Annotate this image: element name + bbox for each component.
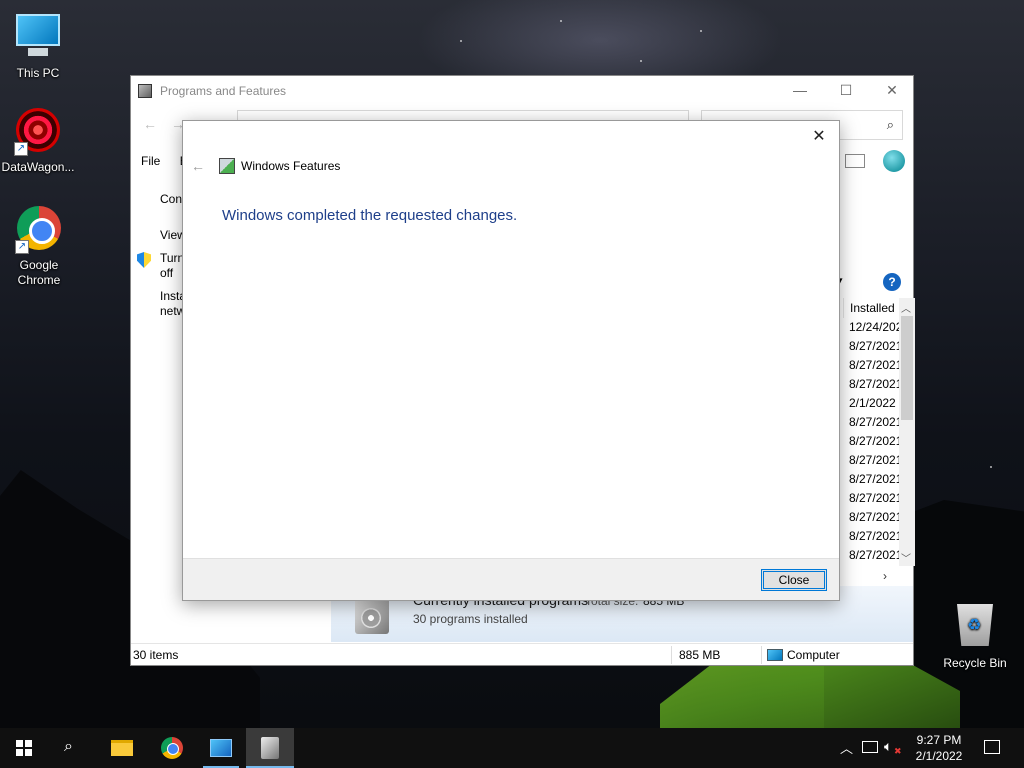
installed-date-cell[interactable]: 8/27/2021	[843, 489, 901, 508]
dialog-footer: Close	[183, 558, 839, 600]
taskbar-search-button[interactable]: ⌕	[48, 728, 96, 768]
network-icon[interactable]	[862, 741, 878, 753]
programs-and-features-icon	[261, 737, 279, 759]
window-title: Programs and Features	[160, 84, 287, 98]
installed-date-cell[interactable]: 8/27/2021	[843, 451, 901, 470]
action-center-icon[interactable]	[984, 740, 1000, 754]
installed-date-cell[interactable]: 8/27/2021	[843, 375, 901, 394]
desktop-icon-label: Google Chrome	[17, 258, 61, 287]
installed-programs-icon	[355, 598, 389, 634]
scroll-up-arrow-icon[interactable]: ︿	[901, 300, 911, 315]
desktop-icon-label: Recycle Bin	[943, 656, 1007, 670]
star	[990, 466, 992, 468]
search-icon: ⌕	[886, 117, 894, 132]
taskbar-clock[interactable]: 9:27 PM 2/1/2022	[908, 732, 970, 764]
globe-icon[interactable]	[883, 150, 905, 172]
speaker-icon[interactable]: 🔈︎	[884, 738, 892, 755]
desktop-icon-label: This PC	[16, 66, 60, 80]
left-link-turn-windows-features[interactable]: Turn off	[160, 251, 184, 281]
taskbar-programs-and-features[interactable]	[246, 728, 294, 768]
shortcut-arrow-icon: ↗	[14, 142, 28, 156]
taskbar-control-panel[interactable]	[197, 728, 245, 768]
status-separator	[761, 646, 762, 664]
installed-date-cell[interactable]: 12/24/202	[843, 318, 901, 337]
help-icon[interactable]: ?	[883, 273, 901, 291]
chrome-icon: ↗	[15, 206, 63, 254]
left-link-text: off	[160, 266, 174, 280]
control-panel-icon	[138, 84, 152, 98]
column-header-installed-on[interactable]: Installed	[843, 298, 901, 318]
this-pc-icon	[14, 14, 62, 62]
shield-icon	[137, 252, 151, 268]
status-location-text: Computer	[787, 648, 840, 662]
window-titlebar[interactable]: Programs and Features — ☐ ✕	[131, 76, 913, 106]
status-separator	[671, 646, 672, 664]
star	[460, 40, 462, 42]
search-icon: ⌕	[64, 738, 73, 755]
desktop-icon-recycle-bin[interactable]: ♻ Recycle Bin	[937, 604, 1013, 671]
close-button[interactable]: Close	[761, 569, 827, 591]
chrome-icon	[161, 737, 183, 759]
details-program-count: 30 programs installed	[413, 612, 528, 626]
installed-date-cell[interactable]: 8/27/2021	[843, 356, 901, 375]
minimize-button[interactable]: —	[777, 76, 823, 106]
control-panel-icon	[210, 739, 232, 757]
view-pane-icon[interactable]	[845, 154, 865, 168]
installed-on-column: Installed 12/24/202 8/27/2021 8/27/2021 …	[843, 298, 901, 565]
shortcut-arrow-icon: ↗	[15, 240, 29, 254]
windows-features-dialog: ✕ ← Windows Features Windows completed t…	[182, 120, 840, 601]
taskbar: ⌕ ︿ 🔈︎ ✖ 9:27 PM 2/1/2022	[0, 728, 1024, 768]
status-location: Computer	[767, 644, 840, 666]
recycle-bin-icon: ♻	[951, 604, 999, 652]
scrollbar-thumb[interactable]	[901, 316, 913, 420]
mute-x-icon: ✖	[894, 746, 902, 756]
status-item-count: 30 items	[133, 648, 179, 662]
menu-file[interactable]: File	[141, 154, 160, 168]
start-button[interactable]	[0, 728, 48, 768]
computer-icon	[767, 649, 783, 661]
star	[700, 30, 702, 32]
vertical-scrollbar[interactable]: ︿ ﹀	[899, 298, 915, 566]
star	[560, 20, 562, 22]
scroll-right-arrow-icon[interactable]: ›	[883, 569, 887, 583]
status-size: 885 MB	[679, 648, 721, 662]
clock-time: 9:27 PM	[916, 733, 962, 747]
dialog-message: Windows completed the requested changes.	[222, 207, 518, 224]
installed-date-cell[interactable]: 8/27/2021	[843, 413, 901, 432]
taskbar-chrome[interactable]	[148, 728, 196, 768]
desktop-icon-label: DataWagon...	[1, 160, 75, 174]
installed-date-cell[interactable]: 8/27/2021	[843, 546, 901, 565]
star	[640, 60, 642, 62]
installed-date-cell[interactable]: 8/27/2021	[843, 508, 901, 527]
scroll-down-arrow-icon[interactable]: ﹀	[901, 550, 911, 565]
status-bar: 30 items 885 MB Computer	[131, 643, 913, 665]
dialog-close-x-button[interactable]: ✕	[807, 127, 831, 149]
installed-date-cell[interactable]: 8/27/2021	[843, 432, 901, 451]
clock-date: 2/1/2022	[915, 749, 963, 763]
dialog-title: Windows Features	[241, 159, 341, 173]
windows-features-icon	[219, 158, 235, 174]
installed-date-cell[interactable]: 8/27/2021	[843, 337, 901, 356]
desktop-icon-chrome[interactable]: ↗ Google Chrome	[0, 206, 78, 288]
show-hidden-icons-chevron-icon[interactable]: ︿	[840, 738, 853, 757]
back-arrow-icon[interactable]: ←	[143, 116, 157, 132]
close-window-button[interactable]: ✕	[869, 76, 915, 106]
desktop-icon-datawagon[interactable]: ↗ DataWagon...	[0, 108, 76, 175]
left-link-text: Turn	[160, 251, 185, 265]
windows-logo-icon	[16, 740, 32, 756]
installed-date-cell[interactable]: 2/1/2022	[843, 394, 901, 413]
maximize-button[interactable]: ☐	[823, 76, 869, 106]
taskbar-file-explorer[interactable]	[98, 728, 146, 768]
folder-icon	[111, 740, 133, 756]
datawagon-icon: ↗	[14, 108, 62, 156]
back-arrow-icon[interactable]: ←	[191, 158, 205, 174]
desktop-icon-this-pc[interactable]: This PC	[0, 10, 76, 81]
installed-date-cell[interactable]: 8/27/2021	[843, 527, 901, 546]
installed-date-cell[interactable]: 8/27/2021	[843, 470, 901, 489]
